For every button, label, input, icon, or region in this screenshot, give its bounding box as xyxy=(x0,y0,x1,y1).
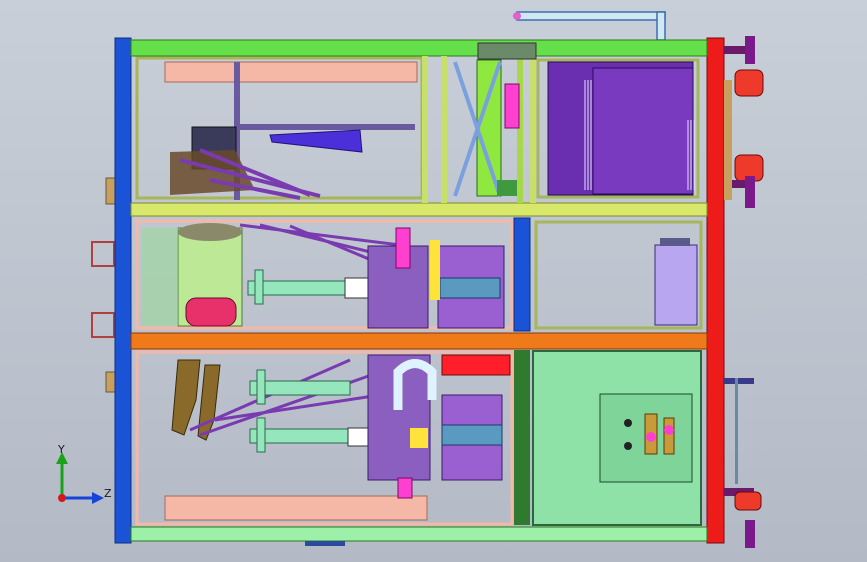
upper-left-bay xyxy=(135,56,424,200)
lower-cylinders xyxy=(249,354,511,499)
y-axis-label: Y xyxy=(57,443,65,456)
lower-mid-beam xyxy=(130,332,708,350)
right-mounts xyxy=(724,36,764,548)
bottom-foot xyxy=(305,541,345,546)
upper-right-cabinet xyxy=(536,58,700,199)
top-pipe xyxy=(513,11,666,41)
post-upper-4 xyxy=(530,56,536,203)
right-pillar xyxy=(706,37,725,544)
post-upper-3 xyxy=(517,56,523,203)
bottom-beam xyxy=(130,526,708,542)
upper-cylinder-assembly xyxy=(453,42,537,197)
top-beam xyxy=(130,39,708,57)
post-upper-2 xyxy=(441,56,447,203)
left-pillar xyxy=(114,37,132,544)
cad-viewport[interactable]: Y Z xyxy=(0,0,867,562)
coordinate-triad: Y Z xyxy=(56,443,112,504)
middle-right-bay xyxy=(513,217,703,332)
left-handles xyxy=(91,177,117,393)
upper-mid-beam xyxy=(130,202,708,217)
machine-drawing: Y Z xyxy=(56,11,764,548)
control-panel xyxy=(514,350,702,526)
post-upper-1 xyxy=(422,56,428,203)
z-axis-label: Z xyxy=(104,487,112,500)
